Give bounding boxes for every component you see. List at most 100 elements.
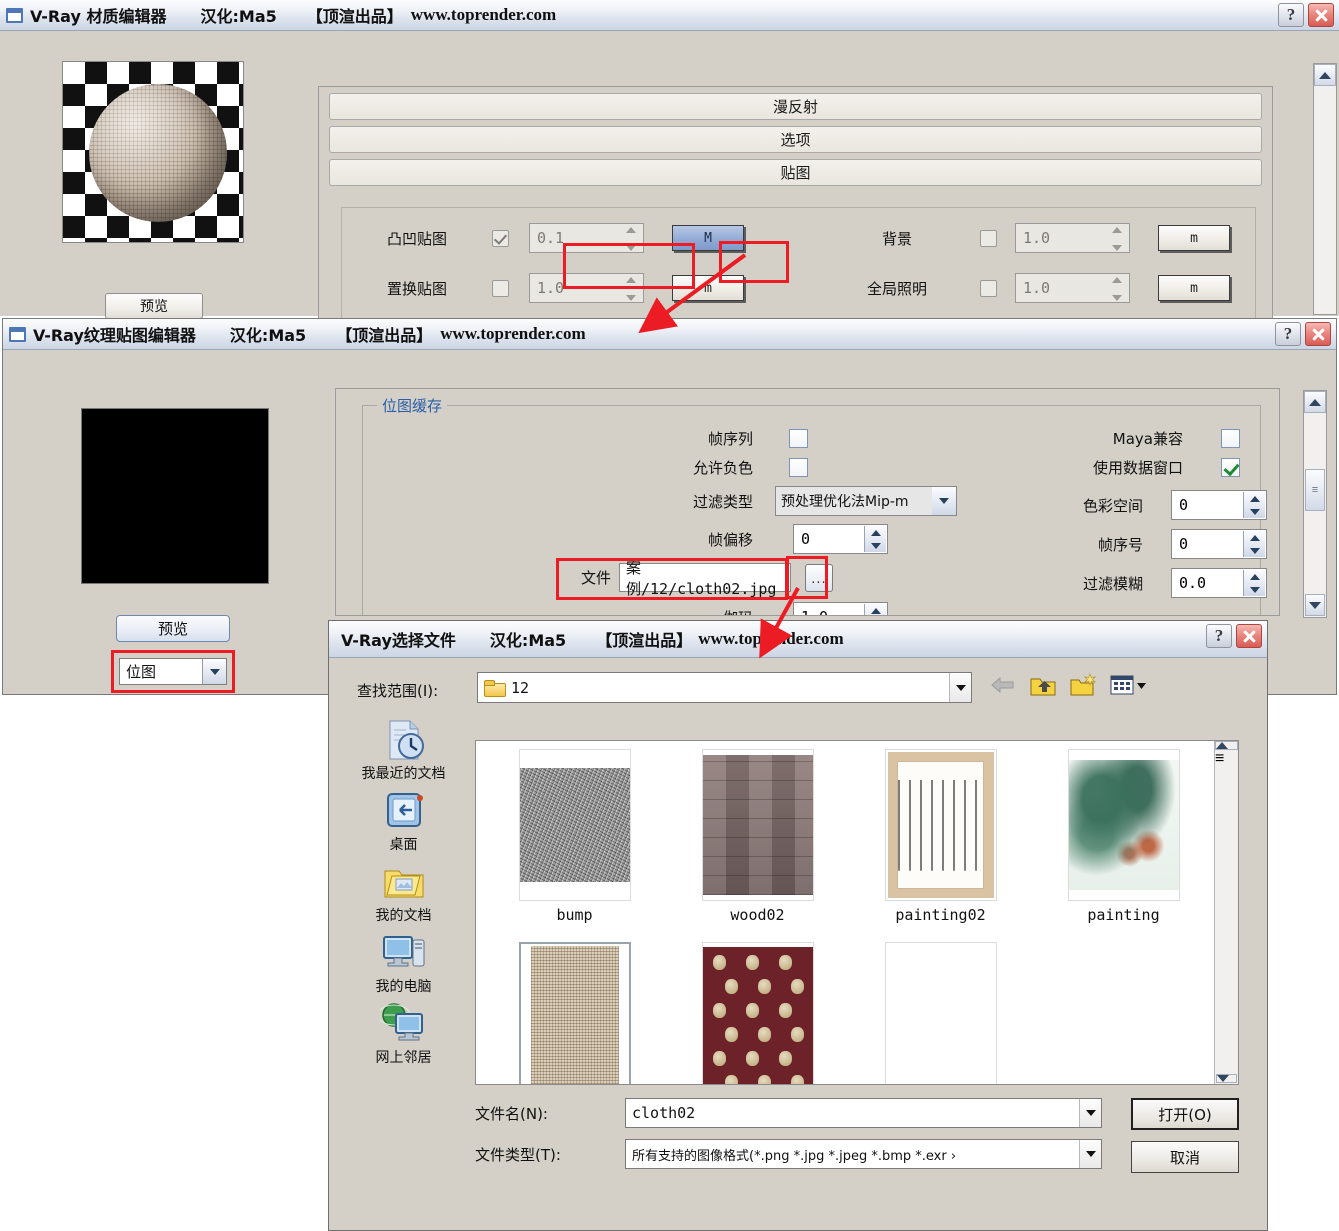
rollup-options[interactable]: 选项 — [329, 126, 1262, 153]
scroll-down-button[interactable] — [1305, 594, 1325, 616]
help-button[interactable]: ? — [1275, 322, 1301, 346]
file-type-select[interactable]: 所有支持的图像格式(*.png *.jpg *.jpeg *.bmp *.exr… — [625, 1139, 1102, 1169]
material-editor-titlebar[interactable]: V-Ray 材质编辑器 汉化:Ma5 【顶渲出品】 www.toprender.… — [0, 0, 1339, 31]
frame-offset-spinner[interactable] — [864, 526, 886, 552]
material-editor-scrollbar[interactable] — [1313, 63, 1337, 315]
allow-negative-checkbox[interactable] — [789, 458, 808, 477]
row-frame-number: 帧序号 0 — [893, 529, 1267, 559]
file-thumbnail — [1067, 749, 1180, 901]
file-item-painting02[interactable]: painting02 — [858, 749, 1023, 924]
background-checkbox[interactable] — [980, 229, 997, 247]
maya-compat-checkbox[interactable] — [1221, 429, 1240, 448]
gamma-spinner[interactable] — [864, 604, 886, 615]
color-space-value: 0 — [1179, 496, 1189, 514]
annotation-bump-amount-box — [563, 243, 695, 289]
material-preview-image — [62, 61, 244, 243]
global-illumination-checkbox[interactable] — [980, 279, 997, 297]
texture-editor-title-credit2: 【顶渲出品】 — [336, 326, 433, 345]
file-item-wood02[interactable]: wood02 — [675, 749, 840, 924]
material-preview-button[interactable]: 预览 — [105, 293, 203, 319]
file-type-label-text: 文件类型(T): — [475, 1145, 561, 1164]
file-type-row: 文件类型(T): 所有支持的图像格式(*.png *.jpg *.jpeg *.… — [475, 1139, 1239, 1169]
background-spinner-arrows[interactable] — [1112, 227, 1126, 251]
scroll-down-button[interactable] — [1216, 1074, 1237, 1083]
bump-map-checkbox[interactable] — [492, 229, 509, 247]
help-button[interactable]: ? — [1206, 624, 1232, 648]
global-illumination-map-button[interactable]: m — [1158, 275, 1230, 301]
texture-editor-scrollbar[interactable]: ≡ — [1303, 390, 1327, 618]
frame-sequence-checkbox[interactable] — [789, 429, 808, 448]
place-network-places[interactable]: 网上邻居 — [341, 1002, 466, 1067]
file-list-scrollbar[interactable]: ≡ — [1214, 741, 1238, 1084]
file-thumbnail — [518, 942, 631, 1084]
filter-blur-input[interactable]: 0.0 — [1171, 568, 1267, 598]
open-button[interactable]: 打开(O) — [1131, 1098, 1239, 1130]
global-illumination-label: 全局照明 — [866, 279, 927, 298]
place-desktop[interactable]: 桌面 — [341, 789, 466, 854]
views-icon[interactable] — [1109, 672, 1147, 698]
chevron-down-icon[interactable] — [1079, 1140, 1101, 1168]
rollup-diffuse[interactable]: 漫反射 — [329, 93, 1262, 120]
back-icon[interactable] — [989, 672, 1017, 698]
scrollbar-thumb[interactable]: ≡ — [1305, 469, 1325, 511]
filter-blur-value: 0.0 — [1179, 574, 1207, 592]
background-amount[interactable]: 1.0 — [1015, 223, 1130, 253]
color-space-spinner[interactable] — [1243, 492, 1265, 518]
texture-editor-titlebar[interactable]: V-Ray纹理贴图编辑器 汉化:Ma5 【顶渲出品】 www.toprender… — [3, 319, 1336, 350]
close-button[interactable] — [1305, 322, 1331, 346]
place-label: 我的电脑 — [375, 979, 432, 995]
filter-blur-spinner[interactable] — [1243, 570, 1265, 596]
scrollbar-thumb[interactable]: ≡ — [1215, 750, 1238, 768]
frame-number-spinner[interactable] — [1243, 531, 1265, 557]
global-illumination-amount[interactable]: 1.0 — [1015, 273, 1130, 303]
file-item-leather[interactable]: leather — [858, 942, 1023, 1084]
cancel-button[interactable]: 取消 — [1131, 1141, 1239, 1173]
displacement-map-checkbox[interactable] — [492, 279, 509, 297]
gamma-input[interactable]: 1.0 — [793, 602, 888, 615]
place-my-computer[interactable]: 我的电脑 — [341, 931, 466, 996]
background-map-button[interactable]: m — [1158, 225, 1230, 251]
place-recent-documents[interactable]: 我最近的文档 — [341, 718, 466, 783]
chevron-down-icon[interactable] — [1079, 1099, 1101, 1127]
close-button[interactable] — [1236, 624, 1262, 648]
use-data-window-checkbox[interactable] — [1221, 458, 1240, 477]
rollup-maps[interactable]: 贴图 — [329, 159, 1262, 186]
new-folder-icon[interactable] — [1069, 672, 1097, 698]
color-space-input[interactable]: 0 — [1171, 490, 1267, 520]
close-button[interactable] — [1308, 3, 1334, 27]
window-icon — [6, 7, 23, 23]
file-dialog-titlebar[interactable]: V-Ray选择文件 汉化:Ma5 【顶渲出品】 www.toprender.co… — [329, 621, 1267, 658]
chevron-down-icon[interactable] — [949, 673, 971, 702]
annotation-browse-button-box — [786, 556, 828, 599]
up-folder-icon[interactable] — [1029, 672, 1057, 698]
row-gamma: 伽玛 1.0 — [483, 602, 888, 615]
texture-preview-image — [81, 408, 269, 584]
annotation-texture-type-box — [111, 650, 235, 693]
filter-type-value: 预处理优化法Mip-m — [781, 494, 909, 510]
file-list[interactable]: bump wood02 painting02 painting ≡ — [475, 740, 1239, 1085]
place-my-documents[interactable]: 我的文档 — [341, 860, 466, 925]
filter-type-label: 过滤类型 — [692, 492, 753, 511]
look-in-combo[interactable]: 12 — [477, 672, 972, 703]
row-maya-compat: Maya兼容 — [893, 428, 1240, 449]
file-item-cloth02[interactable]: cloth02 — [492, 942, 657, 1084]
file-item-bump[interactable]: bump — [492, 749, 657, 924]
maya-compat-label: Maya兼容 — [1112, 430, 1183, 448]
frame-number-input[interactable]: 0 — [1171, 529, 1267, 559]
scroll-up-button[interactable] — [1215, 741, 1238, 750]
places-bar: 我最近的文档 桌面 我的文档 我的电脑 网上邻居 — [341, 718, 466, 1120]
color-space-label: 色彩空间 — [1082, 496, 1143, 515]
scroll-up-button[interactable] — [1304, 391, 1326, 413]
file-item-cloth[interactable]: cloth — [675, 942, 840, 1084]
file-item-painting[interactable]: painting — [1041, 749, 1206, 924]
file-name-input[interactable]: cloth02 — [625, 1098, 1102, 1128]
map-row-bump: 凸凹贴图 0.1 M 背景 1.0 m — [342, 218, 1255, 258]
frame-offset-input[interactable]: 0 — [793, 524, 888, 554]
help-button[interactable]: ? — [1278, 3, 1304, 27]
bump-map-amount-value: 0.1 — [537, 229, 565, 247]
row-use-data-window: 使用数据窗口 — [893, 457, 1240, 478]
row-filter-blur: 过滤模糊 0.0 — [893, 568, 1267, 598]
scroll-up-button[interactable] — [1314, 64, 1336, 86]
gi-spinner-arrows[interactable] — [1112, 277, 1126, 301]
texture-preview-button[interactable]: 预览 — [116, 615, 230, 642]
